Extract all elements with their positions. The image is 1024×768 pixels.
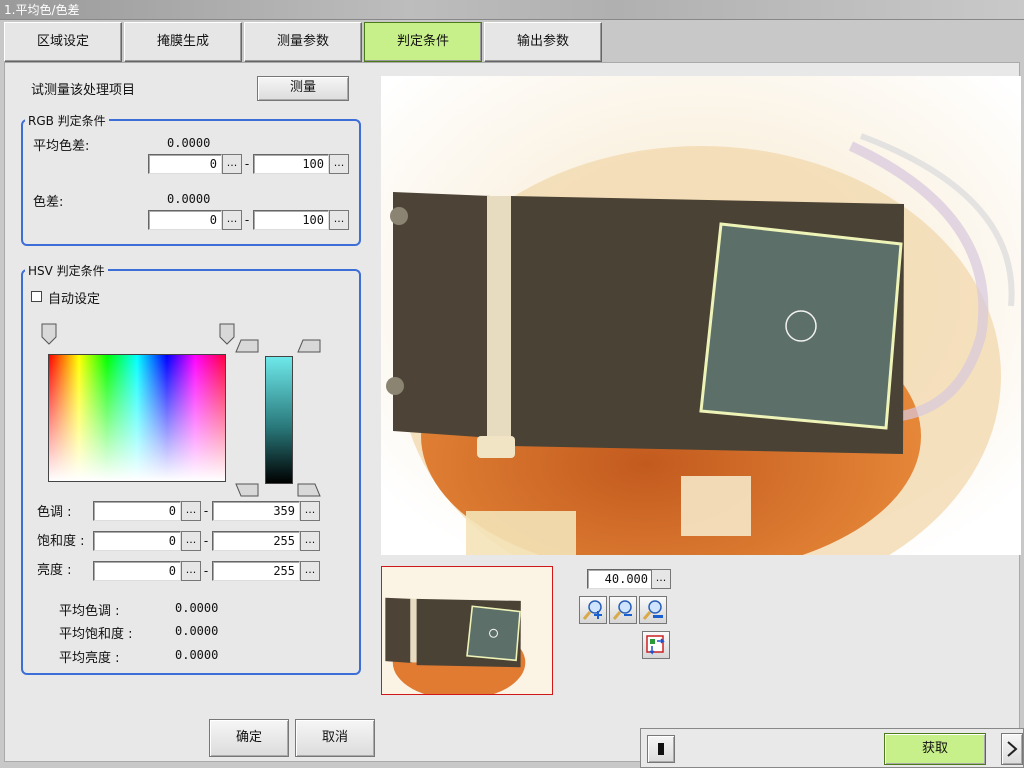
zoom-in-icon [582, 600, 602, 620]
saturation-min-dots-button[interactable]: ... [181, 531, 201, 551]
range-dash: - [203, 504, 209, 518]
saturation-min-field[interactable]: 0 [93, 531, 181, 551]
hue-min-dots-button[interactable]: ... [181, 501, 201, 521]
hue-min-thumb[interactable] [41, 323, 57, 345]
image-display-button[interactable] [642, 631, 670, 659]
stop-button[interactable] [647, 735, 675, 763]
range-dash: - [203, 534, 209, 548]
chevron-right-icon [1007, 741, 1018, 757]
cancel-button[interactable]: 取消 [295, 719, 375, 757]
ok-button[interactable]: 确定 [209, 719, 289, 757]
tab-judge-conditions[interactable]: 判定条件 [364, 22, 482, 62]
zoom-in-button[interactable] [579, 596, 607, 624]
avg-diff-max-dots-button[interactable]: ... [329, 154, 349, 174]
trial-label: 试测量该处理项目 [31, 83, 136, 98]
range-dash: - [244, 213, 250, 227]
expand-button[interactable] [1001, 733, 1023, 765]
brightness-min-thumb-right[interactable] [297, 483, 321, 497]
diff-min-field[interactable]: 0 [148, 210, 222, 230]
thumbnail-image [382, 567, 552, 694]
avg-diff-label: 平均色差: [33, 139, 90, 154]
avg-diff-min-dots-button[interactable]: ... [222, 154, 242, 174]
window-title: 1.平均色/色差 [4, 3, 80, 17]
tab-mask[interactable]: 掩膜生成 [124, 22, 242, 62]
diff-min-dots-button[interactable]: ... [222, 210, 242, 230]
auto-set-checkbox[interactable] [31, 291, 42, 302]
title-bar: 1.平均色/色差 [0, 0, 1024, 20]
zoom-dots-button[interactable]: ... [651, 569, 671, 589]
brightness-max-thumb-right[interactable] [297, 339, 321, 353]
rgb-group-title: RGB 判定条件 [25, 112, 109, 129]
brightness-max-dots-button[interactable]: ... [300, 561, 320, 581]
saturation-max-field[interactable]: 255 [212, 531, 300, 551]
main-panel: 试测量该处理项目 测量 RGB 判定条件 平均色差: 0.0000 0 ... … [4, 62, 1021, 762]
avg-diff-min-field[interactable]: 0 [148, 154, 222, 174]
zoom-out-icon [612, 600, 632, 620]
tab-output-params[interactable]: 输出参数 [484, 22, 602, 62]
avg-saturation-value: 0.0000 [175, 624, 219, 638]
tab-region[interactable]: 区域设定 [4, 22, 122, 62]
brightness-min-dots-button[interactable]: ... [181, 561, 201, 581]
avg-hue-value: 0.0000 [175, 601, 219, 615]
range-dash: - [244, 157, 250, 171]
zoom-fit-icon [642, 600, 663, 620]
bottom-toolbar: 获取 [640, 728, 1024, 768]
brightness-min-thumb-left[interactable] [235, 483, 259, 497]
saturation-label: 饱和度 : [37, 534, 85, 549]
hue-saturation-picker[interactable] [48, 354, 226, 482]
camera-image-view[interactable] [381, 76, 1021, 555]
avg-diff-max-field[interactable]: 100 [253, 154, 329, 174]
hue-max-thumb[interactable] [219, 323, 235, 345]
camera-image [381, 76, 1021, 555]
zoom-field[interactable]: 40.000 [587, 569, 653, 589]
stop-icon [658, 743, 664, 755]
acquire-button[interactable]: 获取 [884, 733, 986, 765]
avg-brightness-value: 0.0000 [175, 648, 219, 662]
diff-value: 0.0000 [167, 192, 211, 206]
brightness-min-field[interactable]: 0 [93, 561, 181, 581]
zoom-out-button[interactable] [609, 596, 637, 624]
diff-label: 色差: [33, 195, 64, 210]
avg-brightness-label: 平均亮度 : [59, 651, 120, 666]
tab-measure-params[interactable]: 测量参数 [244, 22, 362, 62]
avg-diff-value: 0.0000 [167, 136, 211, 150]
image-display-icon [646, 635, 665, 655]
hue-min-field[interactable]: 0 [93, 501, 181, 521]
diff-max-dots-button[interactable]: ... [329, 210, 349, 230]
brightness-max-field[interactable]: 255 [212, 561, 300, 581]
measure-button[interactable]: 测量 [257, 76, 349, 101]
auto-set-label: 自动设定 [48, 292, 101, 307]
brightness-bar[interactable] [265, 356, 293, 484]
saturation-max-dots-button[interactable]: ... [300, 531, 320, 551]
brightness-label: 亮度 : [37, 563, 72, 578]
hsv-group-title: HSV 判定条件 [25, 262, 108, 279]
hue-max-field[interactable]: 359 [212, 501, 300, 521]
range-dash: - [203, 564, 209, 578]
hue-label: 色调 : [37, 505, 72, 520]
avg-saturation-label: 平均饱和度 : [59, 627, 133, 642]
zoom-fit-button[interactable] [639, 596, 667, 624]
navigator-thumbnail[interactable] [381, 566, 553, 695]
diff-max-field[interactable]: 100 [253, 210, 329, 230]
hue-max-dots-button[interactable]: ... [300, 501, 320, 521]
avg-hue-label: 平均色调 : [59, 604, 120, 619]
tab-bar: 区域设定 掩膜生成 测量参数 判定条件 输出参数 [0, 20, 1024, 62]
brightness-max-thumb-left[interactable] [235, 339, 259, 353]
